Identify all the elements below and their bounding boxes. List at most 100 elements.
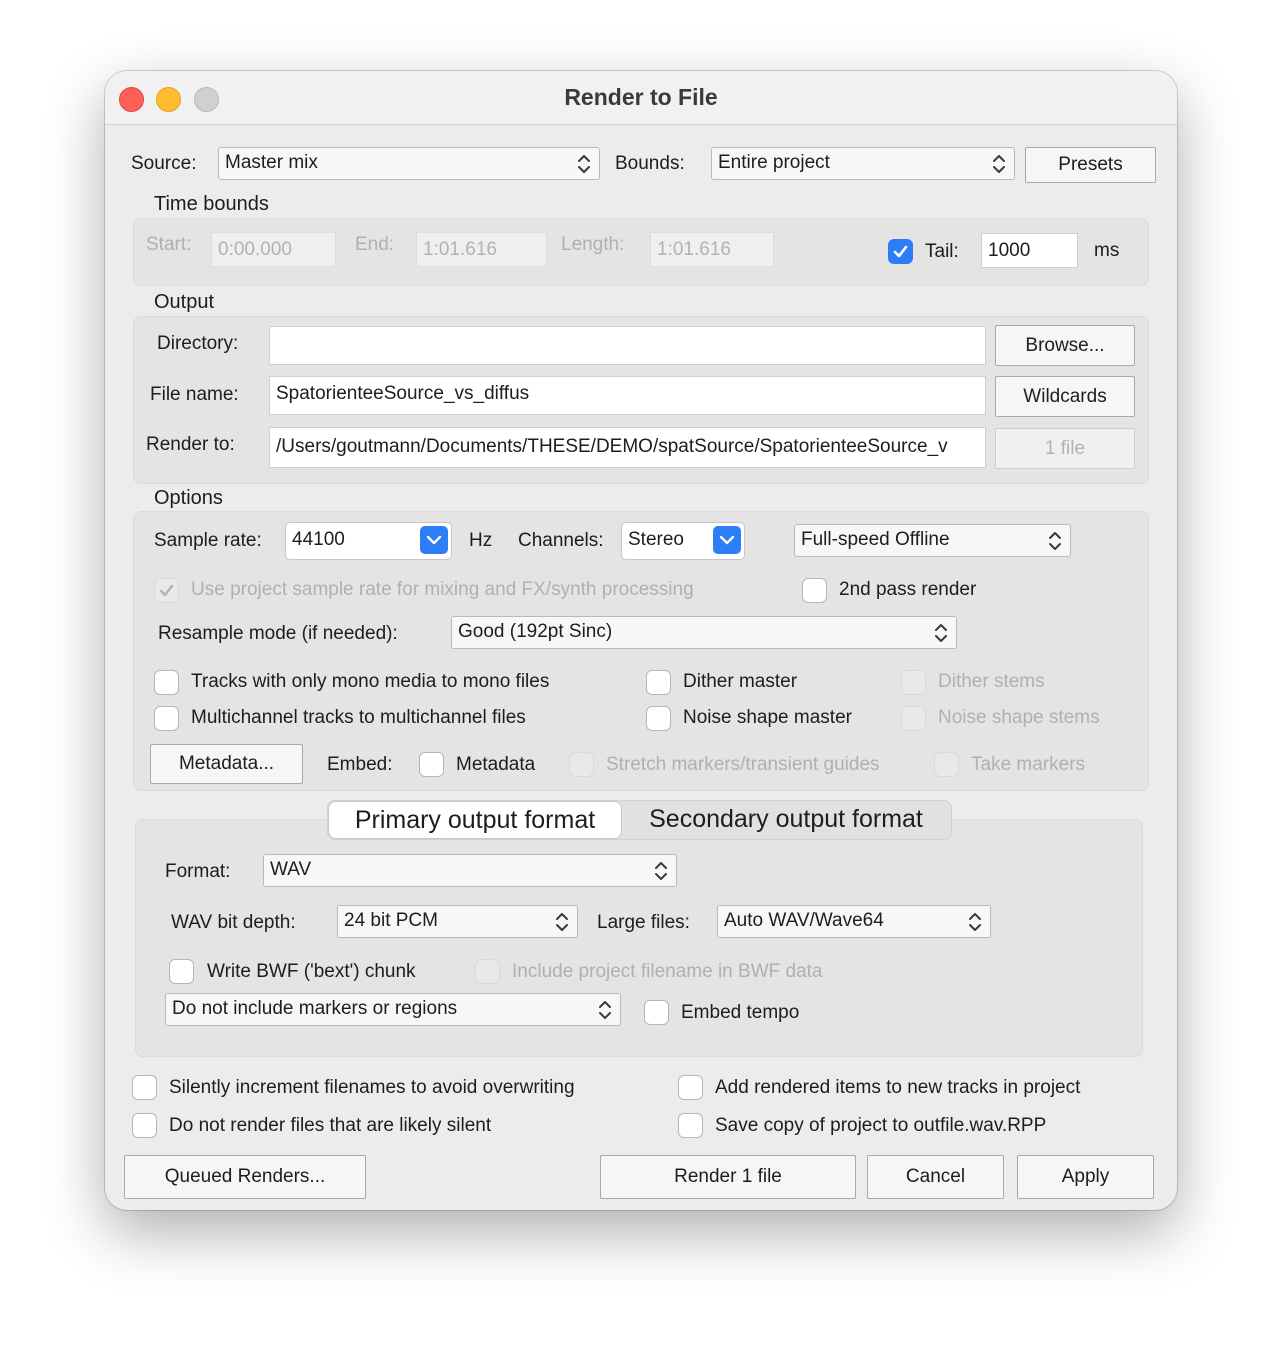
- include-filename-label: Include project filename in BWF data: [512, 961, 823, 982]
- stretch-markers-checkbox: [569, 752, 594, 777]
- save-copy-checkbox[interactable]: [678, 1113, 703, 1138]
- cancel-button[interactable]: Cancel: [867, 1155, 1004, 1199]
- directory-label: Directory:: [157, 333, 239, 354]
- chevron-down-icon: [426, 535, 442, 545]
- second-pass-checkbox[interactable]: [802, 578, 827, 603]
- add-items-label: Add rendered items to new tracks in proj…: [715, 1077, 1081, 1098]
- samplerate-label: Sample rate:: [154, 530, 262, 551]
- renderto-field[interactable]: /Users/goutmann/Documents/THESE/DEMO/spa…: [269, 427, 986, 468]
- dither-stems-label: Dither stems: [938, 671, 1045, 692]
- not-render-silent-label: Do not render files that are likely sile…: [169, 1115, 492, 1136]
- mono-label: Tracks with only mono media to mono file…: [191, 671, 550, 692]
- metadata-button[interactable]: Metadata...: [150, 744, 303, 784]
- tail-field[interactable]: 1000: [981, 233, 1078, 268]
- hz-label: Hz: [469, 530, 493, 551]
- updown-icon: [555, 911, 569, 933]
- dither-master-checkbox[interactable]: [646, 670, 671, 695]
- directory-field[interactable]: [269, 326, 986, 365]
- tab-primary-output[interactable]: Primary output format: [328, 801, 622, 839]
- not-render-silent-checkbox[interactable]: [132, 1113, 157, 1138]
- mono-checkbox[interactable]: [154, 670, 179, 695]
- bounds-select[interactable]: Entire project: [711, 147, 1015, 180]
- channels-dropdown-button[interactable]: [713, 526, 741, 554]
- add-items-checkbox[interactable]: [678, 1075, 703, 1100]
- embed-label: Embed:: [327, 754, 393, 775]
- presets-button[interactable]: Presets: [1025, 147, 1156, 183]
- markers-value: Do not include markers or regions: [172, 998, 458, 1019]
- checkmark-icon: [158, 582, 175, 599]
- bounds-label: Bounds:: [615, 153, 685, 174]
- channels-label: Channels:: [518, 530, 604, 551]
- start-field[interactable]: 0:00.000: [211, 232, 336, 267]
- bwf-checkbox[interactable]: [169, 959, 194, 984]
- tail-unit: ms: [1094, 240, 1120, 261]
- filename-label: File name:: [150, 384, 239, 405]
- largefiles-label: Large files:: [597, 912, 690, 933]
- markers-select[interactable]: Do not include markers or regions: [165, 993, 621, 1026]
- source-select[interactable]: Master mix: [218, 147, 600, 180]
- embed-metadata-checkbox[interactable]: [419, 752, 444, 777]
- length-field[interactable]: 1:01.616: [650, 232, 774, 267]
- resample-value: Good (192pt Sinc): [458, 621, 613, 642]
- embed-tempo-checkbox[interactable]: [644, 1000, 669, 1025]
- embed-tempo-label: Embed tempo: [681, 1002, 800, 1023]
- browse-button[interactable]: Browse...: [995, 325, 1135, 366]
- format-label: Format:: [165, 861, 231, 882]
- largefiles-select[interactable]: Auto WAV/Wave64: [717, 905, 991, 938]
- include-filename-checkbox: [475, 959, 500, 984]
- tab-secondary-output[interactable]: Secondary output format: [625, 801, 947, 839]
- multichannel-checkbox[interactable]: [154, 706, 179, 731]
- checkmark-icon: [892, 243, 909, 260]
- window-title: Render to File: [564, 84, 718, 110]
- resample-select[interactable]: Good (192pt Sinc): [451, 616, 957, 649]
- format-value: WAV: [270, 859, 312, 880]
- filename-field[interactable]: SpatorienteeSource_vs_diffus: [269, 376, 986, 415]
- save-copy-label: Save copy of project to outfile.wav.RPP: [715, 1115, 1047, 1136]
- updown-icon: [598, 999, 612, 1021]
- updown-icon: [934, 622, 948, 644]
- silently-increment-label: Silently increment filenames to avoid ov…: [169, 1077, 575, 1098]
- stretch-markers-label: Stretch markers/transient guides: [606, 754, 880, 775]
- updown-icon: [968, 911, 982, 933]
- noise-master-checkbox[interactable]: [646, 706, 671, 731]
- bitdepth-label: WAV bit depth:: [171, 912, 296, 933]
- silently-increment-checkbox[interactable]: [132, 1075, 157, 1100]
- format-select[interactable]: WAV: [263, 854, 677, 887]
- largefiles-value: Auto WAV/Wave64: [724, 910, 884, 931]
- apply-button[interactable]: Apply: [1017, 1155, 1154, 1199]
- speed-select[interactable]: Full-speed Offline: [794, 524, 1071, 557]
- dither-master-label: Dither master: [683, 671, 798, 692]
- wildcards-button[interactable]: Wildcards: [995, 376, 1135, 417]
- tail-label: Tail:: [925, 241, 959, 262]
- output-heading: Output: [154, 291, 215, 313]
- source-label: Source:: [131, 153, 197, 174]
- channels-combo[interactable]: Stereo: [621, 522, 745, 560]
- take-markers-checkbox: [934, 752, 959, 777]
- file-count-button: 1 file: [995, 428, 1135, 469]
- length-label: Length:: [561, 234, 625, 255]
- bitdepth-select[interactable]: 24 bit PCM: [337, 905, 578, 938]
- end-label: End:: [355, 234, 395, 255]
- take-markers-label: Take markers: [971, 754, 1086, 775]
- updown-icon: [1048, 530, 1062, 552]
- updown-icon: [654, 860, 668, 882]
- samplerate-combo[interactable]: 44100: [285, 522, 452, 560]
- updown-icon: [577, 153, 591, 175]
- noise-stems-checkbox: [901, 706, 926, 731]
- multichannel-label: Multichannel tracks to multichannel file…: [191, 707, 526, 728]
- start-label: Start:: [146, 234, 192, 255]
- noise-stems-label: Noise shape stems: [938, 707, 1100, 728]
- title-bar: Render to File: [105, 71, 1177, 125]
- samplerate-dropdown-button[interactable]: [420, 526, 448, 554]
- render-button[interactable]: Render 1 file: [600, 1155, 856, 1199]
- speed-value: Full-speed Offline: [801, 529, 950, 550]
- dither-stems-checkbox: [901, 670, 926, 695]
- end-field[interactable]: 1:01.616: [416, 232, 547, 267]
- time-bounds-heading: Time bounds: [154, 193, 269, 215]
- tail-checkbox[interactable]: [888, 239, 913, 264]
- bitdepth-value: 24 bit PCM: [344, 910, 438, 931]
- noise-master-label: Noise shape master: [683, 707, 852, 728]
- queued-renders-button[interactable]: Queued Renders...: [124, 1155, 366, 1199]
- second-pass-label: 2nd pass render: [839, 579, 977, 600]
- source-value: Master mix: [225, 152, 318, 173]
